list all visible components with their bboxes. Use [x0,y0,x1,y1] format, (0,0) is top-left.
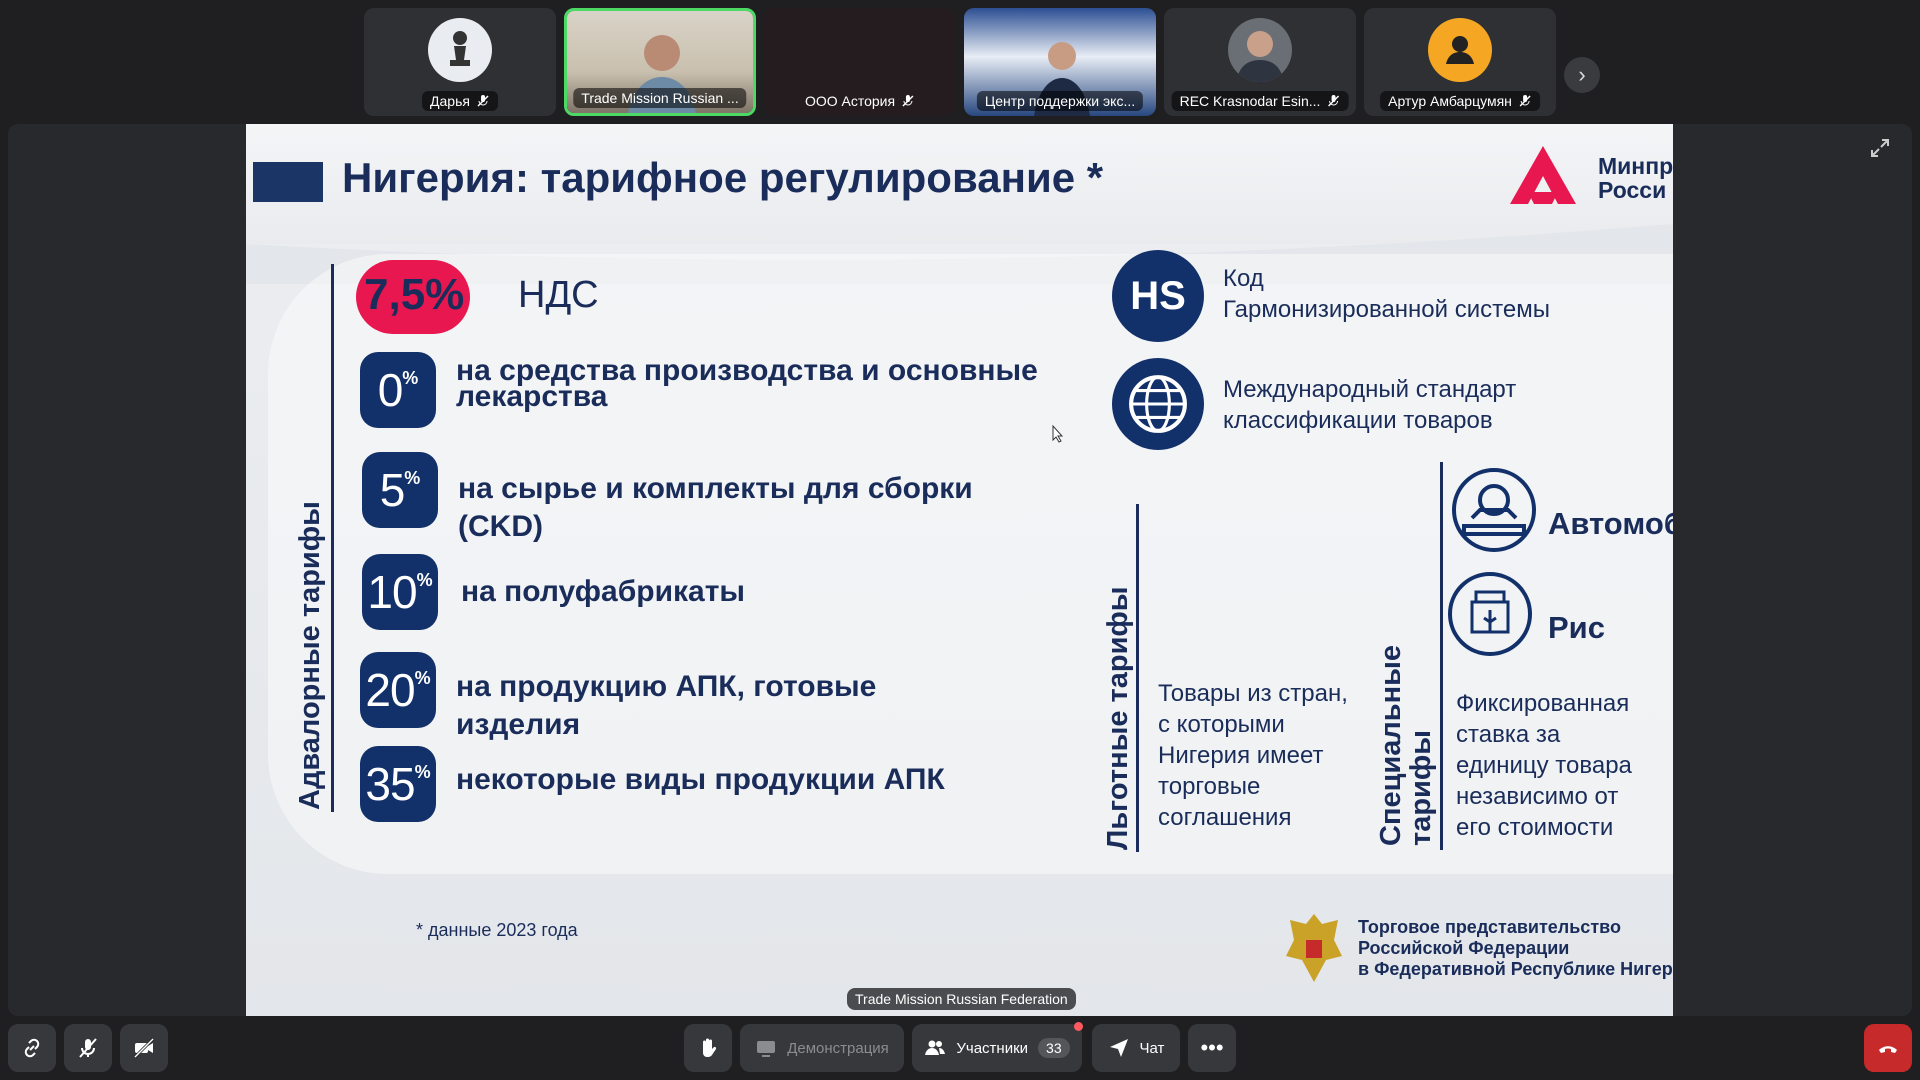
tariff-text: на средства производства и основные лека… [456,354,1038,413]
camera-button[interactable] [120,1024,168,1072]
participant-name: Дарья [422,91,498,111]
person-icon [1428,18,1492,82]
mic-off-icon [79,1038,97,1058]
participant-name: Trade Mission Russian ... [573,88,747,108]
participants-count: 33 [1038,1038,1070,1058]
mic-off-icon [1327,95,1339,107]
chess-pawn-icon [428,18,492,82]
tariff-text: на полуфабрикаты [461,575,746,608]
participant-tile[interactable]: REC Krasnodar Esin... [1164,8,1356,116]
tariff-text: на продукцию АПК, готовые изделия [456,670,877,741]
mouse-cursor-icon [1052,425,1064,443]
vat-value: 7,5% [364,270,465,319]
participant-name: Центр поддержки экс... [976,91,1144,111]
screen-share-button[interactable]: Демонстрация [740,1024,904,1072]
rice-icon [1448,572,1532,656]
invite-link-button[interactable] [8,1024,56,1072]
tariff-badge: 20% [360,652,436,728]
chevron-right-icon[interactable]: › [1564,57,1600,93]
participant-tile[interactable]: ООО Астория [764,8,956,116]
hand-icon [703,1038,717,1057]
mic-off-icon [477,95,489,107]
ministry-logo-icon [1510,146,1576,204]
advalorem-label: Адвалорные тарифы [294,501,326,810]
special-label: Специальные тарифы [1375,644,1437,846]
send-icon [1109,1039,1128,1057]
preferential-divider [1136,504,1139,852]
camera-off-icon [133,1037,155,1059]
people-icon [925,1040,946,1055]
tariff-badge: 5% [362,452,438,528]
mic-off-icon [1519,95,1531,107]
more-options-button[interactable]: ••• [1188,1024,1236,1072]
presenter-name-tag: Trade Mission Russian Federation [847,988,1076,1010]
hs-icon: HS [1112,250,1204,342]
preferential-label: Льготные тарифы [1102,586,1134,850]
end-call-button[interactable] [1864,1024,1912,1072]
raise-hand-button[interactable] [684,1024,732,1072]
participant-tile-active[interactable]: Trade Mission Russian ... [564,8,756,116]
microphone-button[interactable] [64,1024,112,1072]
participant-name: REC Krasnodar Esin... [1171,91,1349,111]
trade-mission-text: Торговое представительство Российской Фед… [1358,917,1673,979]
tariff-badge: 0% [360,352,436,428]
preferential-text: Товары из стран, с которыми Нигерия имеет т… [1158,680,1348,831]
fullscreen-icon[interactable] [1868,136,1892,160]
tariff-badge: 10% [362,554,438,630]
participants-button[interactable]: Участники 33 [912,1024,1082,1072]
participant-strip: Дарья Trade Mission Russian ... ООО Асто… [0,8,1920,116]
special-item-rice: Рис [1548,610,1605,645]
globe-icon [1112,358,1204,450]
special-text: Фиксированная ставка за единицу товара неза… [1456,690,1632,841]
participant-tile[interactable]: Артур Амбарцумян [1364,8,1556,116]
tariff-text: некоторые виды продукции АПК [456,763,945,796]
meeting-toolbar: Демонстрация Участники 33 Чат ••• [0,1022,1920,1080]
hs-text: Код Гармонизированной системы [1223,265,1550,323]
special-divider [1440,462,1443,850]
link-icon [24,1038,40,1058]
photo-avatar [1228,18,1292,82]
advalorem-divider [331,264,334,812]
mic-off-icon [902,95,914,107]
participant-tile[interactable]: Центр поддержки экс... [964,8,1156,116]
vat-label: НДС [518,274,599,316]
car-icon [1452,468,1536,552]
participant-name: ООО Астория [797,91,923,111]
title-accent-bar [253,162,323,202]
special-item-auto: Автомоб [1548,506,1673,541]
chat-button[interactable]: Чат [1092,1024,1180,1072]
participant-name: Артур Амбарцумян [1380,91,1540,111]
slide-title: Нигерия: тарифное регулирование * [342,154,1104,201]
screen-share-icon [757,1041,776,1057]
intl-standard-text: Международный стандарт классификации това… [1223,376,1517,434]
participant-tile[interactable]: Дарья [364,8,556,116]
tariff-text: на сырье и комплекты для сборки (CKD) [458,472,973,543]
tariff-badge: 35% [360,746,436,822]
ministry-logo-text: Минпр Росси [1598,153,1673,203]
presentation-slide: Нигерия: тарифное регулирование * Минпр Р… [246,124,1673,1016]
footnote: * данные 2023 года [416,920,578,940]
phone-hangup-icon [1879,1046,1897,1053]
russian-emblem-icon [1286,914,1342,982]
notification-dot [1074,1022,1083,1031]
more-dots-icon: ••• [1200,1035,1224,1060]
